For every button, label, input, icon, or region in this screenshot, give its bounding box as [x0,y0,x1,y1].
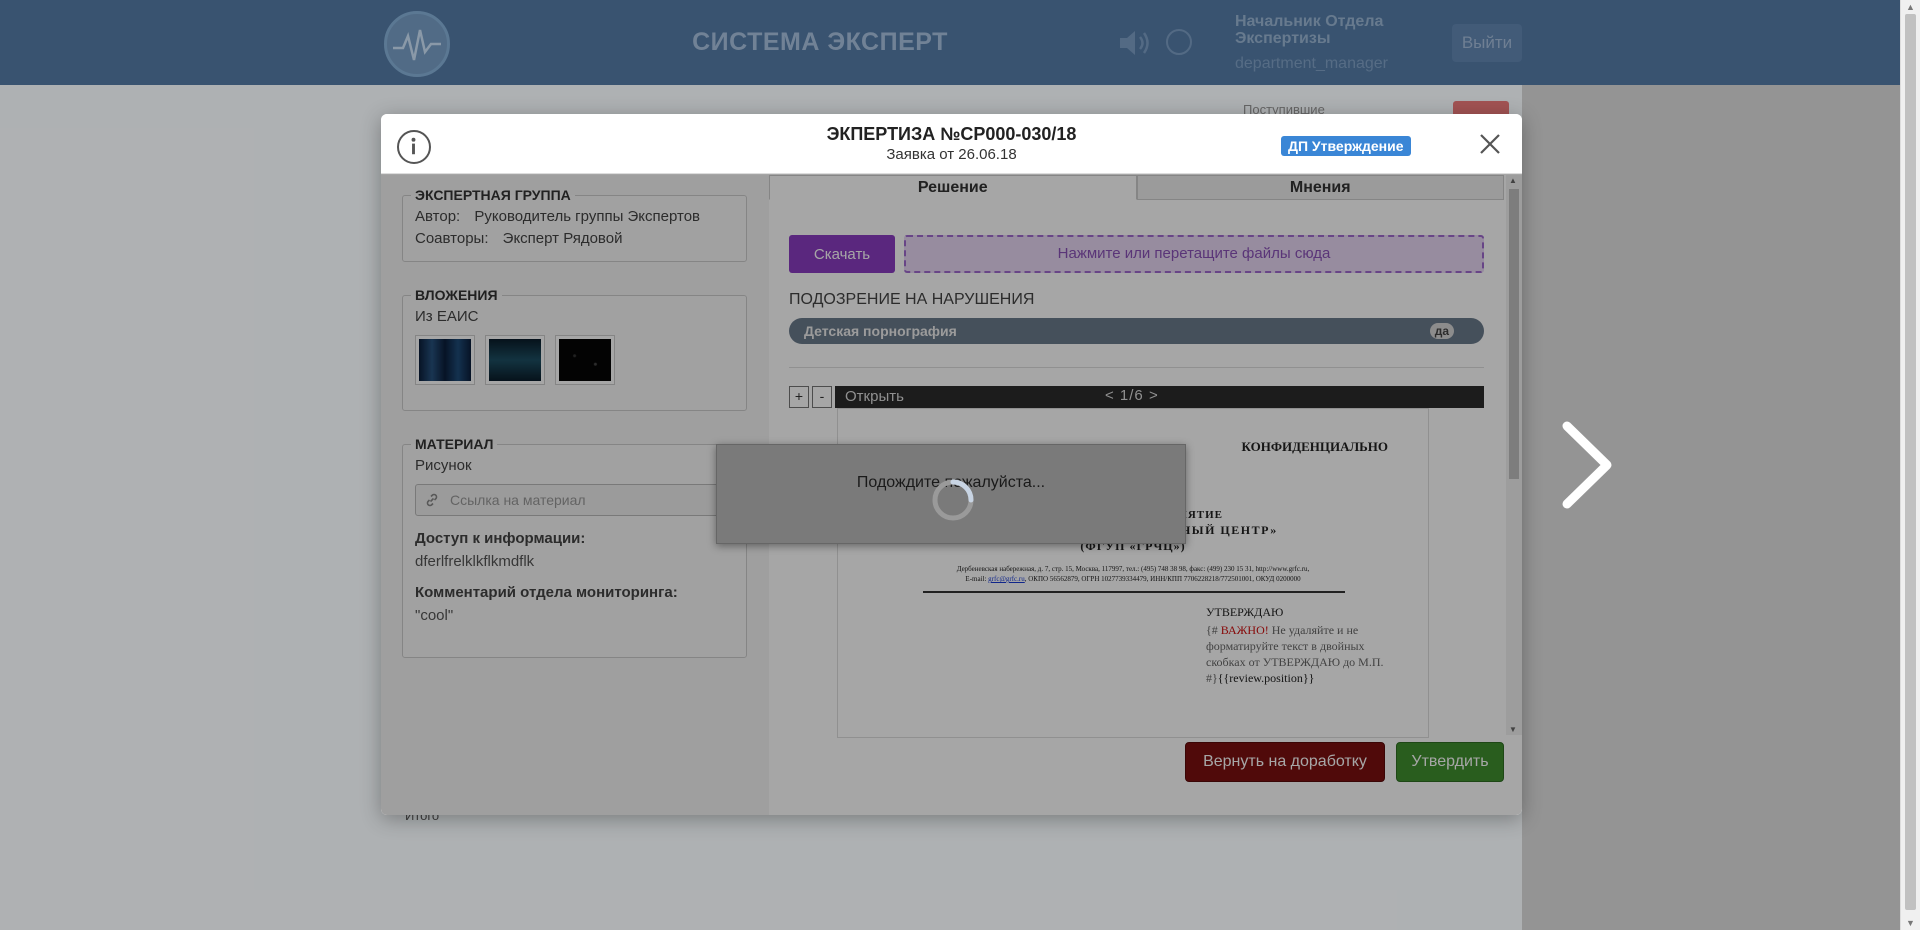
scrollbar-thumb[interactable] [1905,14,1916,910]
next-arrow-icon[interactable] [1555,420,1615,510]
status-badge: ДП Утверждение [1281,136,1411,156]
close-icon[interactable] [1478,132,1502,156]
page-scrollbar[interactable]: ▲ ▼ [1900,0,1920,930]
modal-header: ЭКПЕРТИЗА №СР000-030/18 Заявка от 26.06.… [381,114,1522,174]
scroll-up-arrow-icon[interactable]: ▲ [1906,2,1915,12]
loading-spinner-icon [932,479,974,521]
scroll-down-arrow-icon[interactable]: ▼ [1906,918,1915,928]
loading-dialog: Подождите пожалуйста... [716,444,1186,544]
